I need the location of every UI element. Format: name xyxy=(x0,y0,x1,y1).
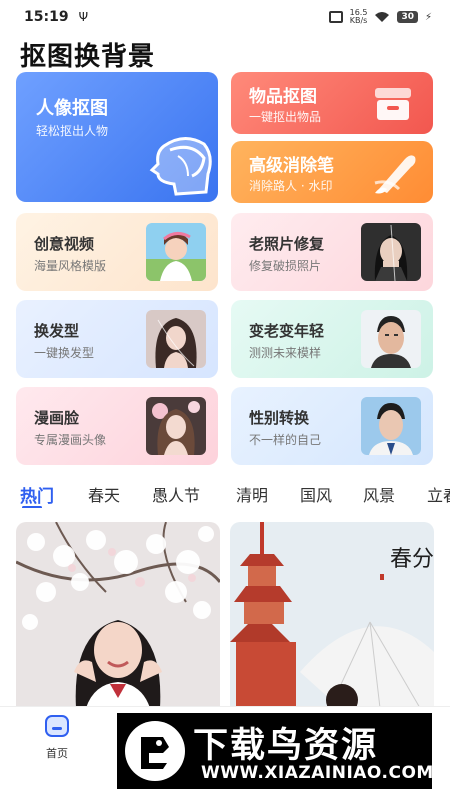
wifi-icon xyxy=(375,12,390,22)
hairstyle-thumbnail xyxy=(146,310,206,368)
status-bar: 15:19 Ψ 16.5 KB/s 30 ⚡ xyxy=(0,0,450,34)
feature-card-creative-video[interactable]: 创意视频 海量风格模版 xyxy=(16,213,218,291)
status-time: 15:19 xyxy=(24,9,69,25)
page-title: 抠图换背景 xyxy=(20,42,156,72)
feature-card-title: 漫画脸 xyxy=(34,409,80,427)
feature-card-gender-swap[interactable]: 性别转换 不一样的自己 xyxy=(231,387,433,465)
comic-face-thumbnail xyxy=(146,397,206,455)
feature-card-title: 老照片修复 xyxy=(249,235,325,253)
feature-card-title: 变老变年轻 xyxy=(249,322,325,340)
category-tabs: 热门 春天 愚人节 清明 国风 风景 立春 xyxy=(0,478,450,508)
app-screen: 15:19 Ψ 16.5 KB/s 30 ⚡ 抠图换背景 人像抠图 轻松抠出人物 … xyxy=(0,0,450,800)
charging-icon: ⚡ xyxy=(424,11,432,23)
tab-chinese-style[interactable]: 国风 xyxy=(300,482,332,506)
box-icon xyxy=(375,88,411,120)
feature-card-subtitle: 不一样的自己 xyxy=(249,433,322,447)
feature-card-comic-face[interactable]: 漫画脸 专属漫画头像 xyxy=(16,387,218,465)
tab-spring[interactable]: 春天 xyxy=(88,482,120,506)
battery-icon: 30 xyxy=(397,11,418,23)
tab-hot[interactable]: 热门 xyxy=(20,482,54,507)
template-photo-spring-equinox[interactable]: 春分 xyxy=(230,522,434,708)
feature-card-subtitle: 海量风格模版 xyxy=(34,259,107,273)
vibrate-icon xyxy=(328,11,343,23)
network-speed: 16.5 KB/s xyxy=(349,8,368,25)
portrait-cutout-title: 人像抠图 xyxy=(36,98,108,119)
nav-home-label: 首页 xyxy=(46,747,68,760)
advanced-eraser-title: 高级消除笔 xyxy=(249,156,334,176)
feature-card-title: 性别转换 xyxy=(249,409,310,427)
portrait-cutout-subtitle: 轻松抠出人物 xyxy=(36,124,109,138)
brush-icon xyxy=(374,155,416,194)
feature-card-subtitle: 专属漫画头像 xyxy=(34,433,107,447)
tab-start-of-spring[interactable]: 立春 xyxy=(427,482,450,506)
object-cutout-subtitle: 一键抠出物品 xyxy=(249,110,322,124)
feature-card-old-photo-repair[interactable]: 老照片修复 修复破损照片 xyxy=(231,213,433,291)
bird-logo-icon xyxy=(125,721,185,781)
old-photo-thumbnail xyxy=(361,223,421,281)
creative-video-thumbnail xyxy=(146,223,206,281)
feature-card-title: 创意视频 xyxy=(34,235,95,253)
feature-card-subtitle: 修复破损照片 xyxy=(249,259,322,273)
watermark-name: 下载鸟资源 xyxy=(193,726,379,766)
portrait-cutout-button[interactable]: 人像抠图 轻松抠出人物 xyxy=(16,72,218,202)
spring-equinox-badge: 春分 xyxy=(390,547,434,572)
active-tab-indicator xyxy=(22,506,42,508)
watermark-url: WWW.XIAZAINIAO.COM xyxy=(201,763,434,783)
feature-card-hairstyle[interactable]: 换发型 一键换发型 xyxy=(16,300,218,378)
feature-card-title: 换发型 xyxy=(34,322,80,340)
home-icon xyxy=(45,715,69,737)
tab-april-fools[interactable]: 愚人节 xyxy=(152,482,200,506)
feature-card-subtitle: 一键换发型 xyxy=(34,346,95,360)
template-photo-cherry-blossom[interactable] xyxy=(16,522,220,708)
tab-qingming[interactable]: 清明 xyxy=(236,482,268,506)
status-icons: 16.5 KB/s 30 ⚡ xyxy=(328,8,432,25)
feature-card-age-change[interactable]: 变老变年轻 测测未来模样 xyxy=(231,300,433,378)
tab-scenery[interactable]: 风景 xyxy=(363,482,395,506)
advanced-eraser-subtitle: 消除路人 · 水印 xyxy=(249,179,333,193)
advanced-eraser-button[interactable]: 高级消除笔 消除路人 · 水印 xyxy=(231,141,433,203)
gender-swap-thumbnail xyxy=(361,397,421,455)
age-change-thumbnail xyxy=(361,310,421,368)
feature-card-subtitle: 测测未来模样 xyxy=(249,346,322,360)
usb-icon: Ψ xyxy=(78,10,89,24)
face-outline-icon xyxy=(149,137,212,196)
object-cutout-title: 物品抠图 xyxy=(249,87,317,107)
object-cutout-button[interactable]: 物品抠图 一键抠出物品 xyxy=(231,72,433,134)
watermark-banner: 下载鸟资源 WWW.XIAZAINIAO.COM xyxy=(117,713,434,789)
nav-home[interactable]: 首页 xyxy=(30,715,84,761)
